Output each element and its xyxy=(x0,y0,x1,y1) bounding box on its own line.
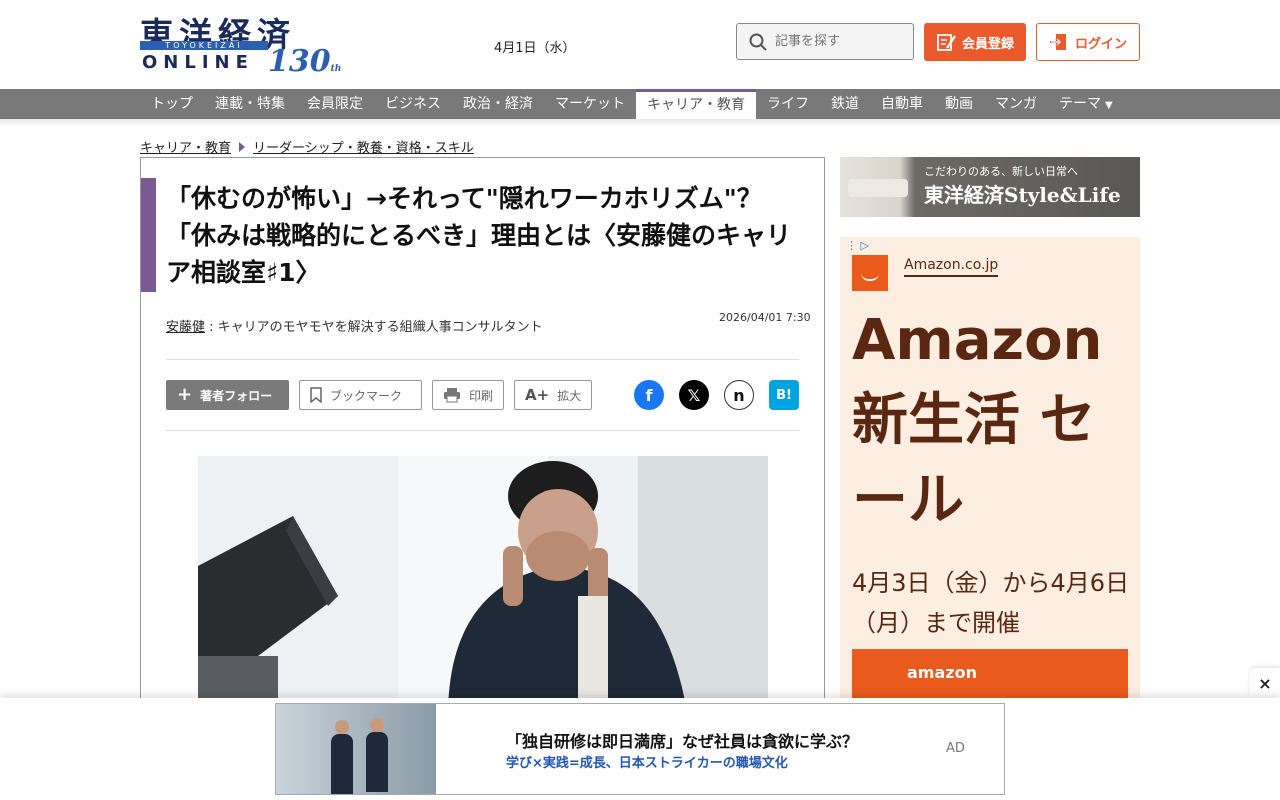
nav-item-series[interactable]: 連載・特集 xyxy=(204,89,296,119)
hero-illustration xyxy=(198,456,768,716)
amazon-dates: 4月3日（金）から4月6日（月）まで開催 xyxy=(852,569,1130,637)
note-icon[interactable]: n xyxy=(724,380,754,410)
bottom-ad-subtitle: 学び×実践=成長、日本ストライカーの職場文化 xyxy=(506,756,788,771)
author-description: : キャリアのモヤモヤを解決する組織人事コンサルタント xyxy=(205,320,543,335)
person-figure xyxy=(366,732,388,792)
nav-item-life[interactable]: ライフ xyxy=(756,89,820,119)
ad-info-icon[interactable]: ⋮ ▷ xyxy=(846,239,869,252)
breadcrumb-arrow-icon xyxy=(239,141,246,152)
nav-item-theme[interactable]: テーマ ▼ xyxy=(1048,89,1124,119)
text-enlarge-icon: A+ xyxy=(525,386,550,404)
style-life-banner[interactable]: こだわりのある、新しい日常へ 東洋経済Style&Life xyxy=(840,157,1140,217)
logo-anniversary-suffix: th xyxy=(330,64,342,74)
nav-shadow xyxy=(0,119,1280,127)
header-date: 4月1日（水） xyxy=(494,41,576,56)
amazon-name: Amazon.co.jp xyxy=(904,257,999,277)
print-label: 印刷 xyxy=(469,388,494,403)
bookmark-button[interactable]: ブックマーク xyxy=(299,380,422,410)
style-life-sub: こだわりのある、新しい日常へ xyxy=(924,165,1078,178)
divider xyxy=(166,430,799,431)
bottom-ad-image xyxy=(276,704,436,794)
bookmark-icon xyxy=(310,387,322,403)
nav-item-auto[interactable]: 自動車 xyxy=(870,89,934,119)
plus-icon: + xyxy=(177,384,193,405)
amazon-ad[interactable]: ⋮ ▷ Amazon.co.jp Amazon 新生活 セール 4月3日（金）か… xyxy=(840,237,1140,709)
logo-anniversary-number: 130 xyxy=(268,44,331,79)
search-box[interactable] xyxy=(736,23,914,60)
amazon-logo-text: amazon xyxy=(907,663,977,682)
search-icon xyxy=(749,33,767,51)
close-ad-button[interactable]: × xyxy=(1250,668,1280,698)
x-twitter-icon[interactable]: 𝕏 xyxy=(679,380,709,410)
social-share: f 𝕏 n B! xyxy=(634,380,799,410)
breadcrumb-item-leadership[interactable]: リーダーシップ・教養・資格・スキル xyxy=(253,137,474,156)
facebook-icon[interactable]: f xyxy=(634,380,664,410)
nav-list: トップ 連載・特集 会員限定 ビジネス 政治・経済 マーケット キャリア・教育 … xyxy=(140,89,1124,119)
article-tools: + 著者フォロー ブックマーク 印刷 A+ 拡大 xyxy=(166,380,593,410)
amazon-logo-icon xyxy=(852,255,888,291)
pencil-note-icon xyxy=(937,34,956,51)
bottom-ad-title: 「独自研修は即日満席」なぜ社員は貪欲に学ぶ？ xyxy=(506,732,859,751)
breadcrumb-item-career[interactable]: キャリア・教育 xyxy=(140,137,231,156)
bookmark-label: ブックマーク xyxy=(330,388,403,403)
style-life-title: 東洋経済Style&Life xyxy=(924,183,1121,207)
divider xyxy=(166,359,799,360)
person-head xyxy=(370,718,384,732)
logo-online: ONLINE xyxy=(142,52,254,73)
nav-item-business[interactable]: ビジネス xyxy=(374,89,452,119)
zoom-button[interactable]: A+ 拡大 xyxy=(514,380,593,410)
site-logo[interactable]: 東洋経済 TOYOKEIZAI ONLINE 130th xyxy=(140,8,341,79)
nav-item-railway[interactable]: 鉄道 xyxy=(820,89,870,119)
sofa-image xyxy=(848,179,908,197)
person-figure xyxy=(331,734,353,794)
article-hero-image xyxy=(198,456,768,716)
zoom-label: 拡大 xyxy=(557,388,582,403)
bottom-ad[interactable]: 「独自研修は即日満席」なぜ社員は貪欲に学ぶ？ 学び×実践=成長、日本ストライカー… xyxy=(275,703,1005,795)
logo-anniversary: 130th xyxy=(268,44,341,79)
follow-author-button[interactable]: + 著者フォロー xyxy=(166,380,289,410)
login-label: ログイン xyxy=(1074,36,1127,52)
logo-bar: TOYOKEIZAI xyxy=(140,41,268,50)
ad-label: AD xyxy=(946,741,965,756)
global-nav: トップ 連載・特集 会員限定 ビジネス 政治・経済 マーケット キャリア・教育 … xyxy=(0,89,1280,119)
search-input[interactable] xyxy=(775,34,905,49)
amazon-headline: Amazon 新生活 セール xyxy=(852,308,1103,533)
login-button[interactable]: ログイン xyxy=(1036,23,1140,61)
nav-item-career[interactable]: キャリア・教育 xyxy=(636,89,756,119)
article-author: 安藤健 : キャリアのモヤモヤを解決する組織人事コンサルタント xyxy=(166,316,543,335)
person-head xyxy=(335,720,349,734)
nav-item-politics[interactable]: 政治・経済 xyxy=(452,89,544,119)
nav-item-members[interactable]: 会員限定 xyxy=(296,89,374,119)
author-link[interactable]: 安藤健 xyxy=(166,320,205,335)
register-label: 会員登録 xyxy=(961,36,1014,52)
title-accent-bar xyxy=(141,178,156,292)
nav-item-video[interactable]: 動画 xyxy=(934,89,984,119)
follow-label: 著者フォロー xyxy=(200,388,273,403)
nav-item-top[interactable]: トップ xyxy=(140,89,204,119)
publish-date: 2026/04/01 7:30 xyxy=(719,311,811,324)
site-header: 東洋経済 TOYOKEIZAI ONLINE 130th 4月1日（水） 会員登… xyxy=(0,0,1280,89)
bottom-ad-bar: 「独自研修は即日満席」なぜ社員は貪欲に学ぶ？ 学び×実践=成長、日本ストライカー… xyxy=(0,698,1280,800)
hatena-bookmark-icon[interactable]: B! xyxy=(769,380,799,410)
nav-item-market[interactable]: マーケット xyxy=(544,89,636,119)
print-button[interactable]: 印刷 xyxy=(432,380,505,410)
caret-down-icon: ▼ xyxy=(1105,100,1113,111)
article-container: 「休むのが怖い」→それって"隠れワーカホリズム"？ 「休みは戦略的にとるべき」理… xyxy=(140,157,825,717)
login-icon xyxy=(1049,34,1066,50)
nav-theme-label: テーマ xyxy=(1059,96,1101,112)
nav-item-manga[interactable]: マンガ xyxy=(984,89,1048,119)
printer-icon xyxy=(444,388,460,403)
breadcrumb: キャリア・教育 リーダーシップ・教養・資格・スキル xyxy=(140,137,474,156)
article-title: 「休むのが怖い」→それって"隠れワーカホリズム"？ 「休みは戦略的にとるべき」理… xyxy=(166,184,792,287)
register-button[interactable]: 会員登録 xyxy=(924,23,1026,61)
